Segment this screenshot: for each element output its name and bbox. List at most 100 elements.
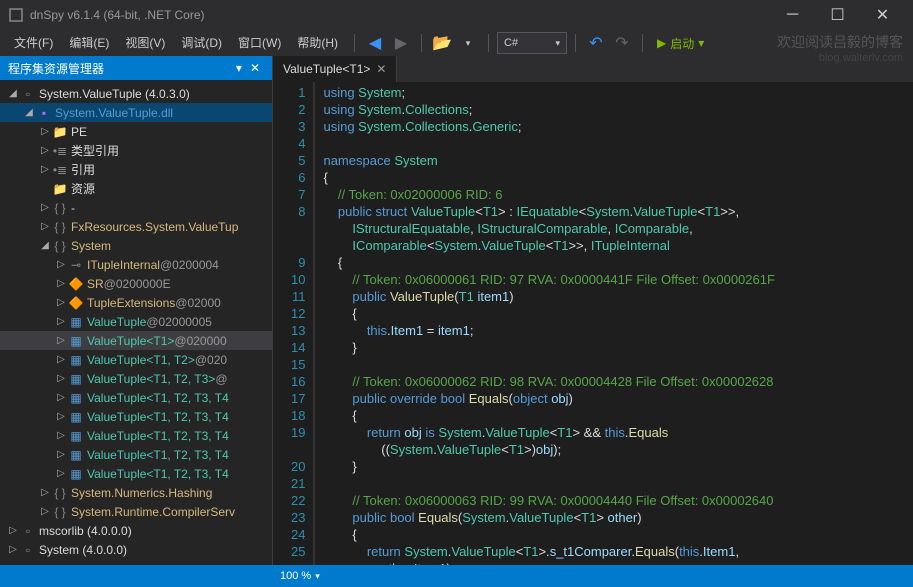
node-label: ValueTuple<T1, T2, T3> — [87, 372, 215, 386]
expand-icon[interactable]: ▷ — [6, 544, 20, 555]
start-button[interactable]: ▶ 启动 ▾ — [651, 35, 710, 52]
tree-node[interactable]: ▷▦ValueTuple @02000005 — [0, 312, 272, 331]
menu-item[interactable]: 编辑(E) — [61, 33, 117, 53]
menu-item[interactable]: 文件(F) — [6, 33, 61, 53]
tree-node[interactable]: ▷▦ValueTuple<T1, T2, T3> @ — [0, 369, 272, 388]
tree-node[interactable]: ▷▦ValueTuple<T1, T2, T3, T4 — [0, 388, 272, 407]
panel-close-icon[interactable]: ✕ — [246, 61, 264, 75]
tree-node[interactable]: ▷{ }System.Runtime.CompilerServ — [0, 502, 272, 521]
language-combo[interactable]: C# — [497, 32, 567, 54]
tree-node[interactable]: ▷▦ValueTuple<T1, T2, T3, T4 — [0, 445, 272, 464]
forward-button[interactable]: ▶ — [389, 31, 413, 55]
mod-icon: ▪ — [36, 105, 52, 121]
app-icon — [8, 7, 24, 23]
cls-icon: 🔶 — [68, 276, 84, 292]
tree-node[interactable]: ▷▦ValueTuple<T1, T2, T3, T4 — [0, 407, 272, 426]
tree-node[interactable]: ▷▦ValueTuple<T1, T2> @020 — [0, 350, 272, 369]
redo-icon[interactable]: ↷ — [610, 31, 634, 55]
str-icon: ▦ — [68, 333, 84, 349]
dropdown-icon[interactable]: ▾ — [456, 31, 480, 55]
node-label: ValueTuple<T1, T2, T3, T4 — [87, 391, 229, 405]
expand-icon[interactable]: ▷ — [54, 392, 68, 403]
code-editor[interactable]: 1234567891011121314151617181920212223242… — [273, 82, 913, 565]
tree-node[interactable]: ◢{ }System — [0, 236, 272, 255]
expand-icon[interactable]: ▷ — [38, 221, 52, 232]
code-content[interactable]: using System;using System.Collections;us… — [315, 82, 913, 565]
back-button[interactable]: ◀ — [363, 31, 387, 55]
tab-valuetuple[interactable]: ValueTuple<T1> ✕ — [273, 56, 397, 82]
panel-dropdown-icon[interactable]: ▾ — [232, 61, 246, 75]
tree-node[interactable]: ▷▦ValueTuple<T1, T2, T3, T4 — [0, 426, 272, 445]
tree-node[interactable]: ▷📁PE — [0, 122, 272, 141]
tree-node[interactable]: 📁资源 — [0, 179, 272, 198]
tree-node[interactable]: ◢▫System.ValueTuple (4.0.3.0) — [0, 84, 272, 103]
expand-icon[interactable]: ▷ — [54, 297, 68, 308]
ns-icon: { } — [52, 219, 68, 235]
node-label: TupleExtensions — [87, 296, 175, 310]
expand-icon[interactable]: ▷ — [54, 278, 68, 289]
tree-node[interactable]: ▷⊸ITupleInternal @0200004 — [0, 255, 272, 274]
menu-item[interactable]: 窗口(W) — [230, 33, 289, 53]
node-label: 类型引用 — [71, 142, 119, 159]
str-icon: ▦ — [68, 314, 84, 330]
expand-icon[interactable]: ▷ — [54, 449, 68, 460]
expand-icon[interactable]: ▷ — [38, 164, 52, 175]
expand-icon[interactable]: ▷ — [54, 354, 68, 365]
tree-node[interactable]: ▷{ }- — [0, 198, 272, 217]
node-label: mscorlib (4.0.0.0) — [39, 524, 132, 538]
expand-icon[interactable]: ▷ — [38, 145, 52, 156]
tree-node[interactable]: ▷▦ValueTuple<T1, T2, T3, T4 — [0, 464, 272, 483]
node-label: System.Runtime.CompilerServ — [71, 505, 235, 519]
maximize-button[interactable]: ☐ — [815, 0, 860, 30]
tree-node[interactable]: ▷▫mscorlib (4.0.0.0) — [0, 521, 272, 540]
menu-item[interactable]: 帮助(H) — [289, 33, 346, 53]
expand-icon[interactable]: ▷ — [38, 487, 52, 498]
node-label: System (4.0.0.0) — [39, 543, 127, 557]
tab-close-icon[interactable]: ✕ — [376, 62, 386, 76]
editor-tabs: ValueTuple<T1> ✕ — [273, 56, 913, 82]
expand-icon[interactable]: ◢ — [22, 107, 36, 118]
tree-view[interactable]: ◢▫System.ValueTuple (4.0.3.0)◢▪System.Va… — [0, 80, 272, 565]
minimize-button[interactable]: ─ — [770, 0, 815, 30]
expand-icon[interactable]: ▷ — [38, 202, 52, 213]
str-icon: ▦ — [68, 466, 84, 482]
node-label: ValueTuple<T1, T2, T3, T4 — [87, 410, 229, 424]
title-bar: dnSpy v6.1.4 (64-bit, .NET Core) ─ ☐ ✕ — [0, 0, 913, 30]
menu-item[interactable]: 视图(V) — [117, 33, 173, 53]
str-icon: ▦ — [68, 428, 84, 444]
tree-node[interactable]: ▷▫System (4.0.0.0) — [0, 540, 272, 559]
expand-icon[interactable]: ▷ — [54, 468, 68, 479]
expand-icon[interactable]: ▷ — [54, 335, 68, 346]
node-label: System — [71, 239, 111, 253]
expand-icon[interactable]: ◢ — [38, 240, 52, 251]
expand-icon[interactable]: ▷ — [54, 373, 68, 384]
node-label: ValueTuple<T1, T2, T3, T4 — [87, 467, 229, 481]
tree-node[interactable]: ▷{ }System.Numerics.Hashing — [0, 483, 272, 502]
expand-icon[interactable]: ▷ — [54, 259, 68, 270]
tree-node[interactable]: ▷•≣引用 — [0, 160, 272, 179]
node-label: ValueTuple<T1, T2> — [87, 353, 195, 367]
tree-node[interactable]: ▷{ }FxResources.System.ValueTup — [0, 217, 272, 236]
close-button[interactable]: ✕ — [860, 0, 905, 30]
asm-icon: ▫ — [20, 523, 36, 539]
fld-icon: 📁 — [52, 124, 68, 140]
menu-bar: 文件(F)编辑(E)视图(V)调试(D)窗口(W)帮助(H) ◀ ▶ 📂 ▾ C… — [0, 30, 913, 56]
menu-item[interactable]: 调试(D) — [173, 33, 230, 53]
node-label: ITupleInternal — [87, 258, 160, 272]
tree-node[interactable]: ◢▪System.ValueTuple.dll — [0, 103, 272, 122]
open-folder-icon[interactable]: 📂 — [430, 31, 454, 55]
expand-icon[interactable]: ▷ — [54, 411, 68, 422]
expand-icon[interactable]: ▷ — [38, 506, 52, 517]
tree-node[interactable]: ▷•≣类型引用 — [0, 141, 272, 160]
undo-icon[interactable]: ↶ — [584, 31, 608, 55]
expand-icon[interactable]: ▷ — [38, 126, 52, 137]
tree-node[interactable]: ▷▦ValueTuple<T1> @020000 — [0, 331, 272, 350]
expand-icon[interactable]: ◢ — [6, 88, 20, 99]
expand-icon[interactable]: ▷ — [54, 430, 68, 441]
tree-node[interactable]: ▷🔶SR @0200000E — [0, 274, 272, 293]
expand-icon[interactable]: ▷ — [54, 316, 68, 327]
tree-node[interactable]: ▷🔶TupleExtensions @02000 — [0, 293, 272, 312]
node-label: - — [71, 201, 75, 215]
expand-icon[interactable]: ▷ — [6, 525, 20, 536]
zoom-control[interactable]: 100 %▾ — [280, 570, 320, 582]
